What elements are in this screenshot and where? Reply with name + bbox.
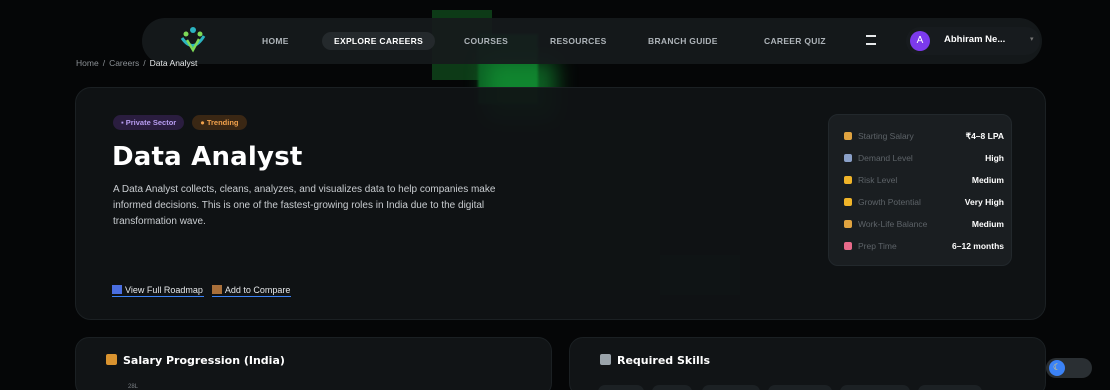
scale-icon	[844, 220, 852, 228]
stat-growth-potential: Growth Potential Very High	[844, 196, 1004, 210]
required-skills-card: Required Skills	[569, 337, 1046, 390]
chart-icon	[844, 154, 852, 162]
career-description: A Data Analyst collects, cleans, analyze…	[113, 184, 496, 227]
career-stats-panel: Starting Salary ₹4–8 LPA Demand Level Hi…	[828, 114, 1012, 266]
skill-chip	[702, 385, 760, 390]
nav-home[interactable]: HOME	[262, 32, 289, 50]
stat-label: Demand Level	[858, 153, 913, 163]
page-title: Data Analyst	[112, 142, 303, 172]
chart-axis-tick: 28L	[128, 384, 139, 390]
skills-card-title: Required Skills	[600, 354, 710, 367]
avatar: A	[910, 31, 930, 51]
breadcrumb-separator: /	[102, 58, 106, 68]
stat-value: ₹4–8 LPA	[965, 131, 1004, 141]
stat-risk-level: Risk Level Medium	[844, 174, 1004, 188]
theme-toggle[interactable]: ☾	[1046, 358, 1092, 378]
stat-label: Starting Salary	[858, 131, 914, 141]
stat-label: Growth Potential	[858, 197, 921, 207]
add-to-compare-link[interactable]: Add to Compare	[211, 283, 292, 297]
hourglass-icon	[844, 242, 852, 250]
site-logo[interactable]	[178, 24, 208, 56]
skill-chip	[768, 385, 832, 390]
stat-starting-salary: Starting Salary ₹4–8 LPA	[844, 130, 1004, 144]
salary-card-title: Salary Progression (India)	[106, 354, 285, 367]
skill-chip	[652, 385, 692, 390]
tag-list: ▪ Private Sector ● Trending	[113, 115, 247, 130]
nav-courses[interactable]: COURSES	[464, 32, 508, 50]
chevron-down-icon: ▾	[1030, 35, 1034, 43]
breadcrumb: Home / Careers / Data Analyst	[76, 58, 197, 68]
action-links: View Full Roadmap Add to Compare	[112, 283, 292, 297]
nav-explore-careers[interactable]: EXPLORE CAREERS	[322, 32, 436, 50]
nav-branch-guide[interactable]: BRANCH GUIDE	[648, 32, 718, 50]
map-icon	[112, 285, 122, 294]
money-bag-icon	[106, 354, 117, 365]
top-navbar: HOME EXPLORE CAREERS COURSES RESOURCES B…	[142, 18, 1042, 64]
user-menu[interactable]: A Abhiram Ne... ▾	[906, 27, 1040, 55]
breadcrumb-current: Data Analyst	[149, 58, 198, 68]
stat-prep-time: Prep Time 6–12 months	[844, 240, 1004, 254]
tag-trending: ● Trending	[192, 115, 247, 130]
skill-chip	[840, 385, 910, 390]
user-name: Abhiram Ne...	[944, 34, 1006, 45]
tag-private-sector: ▪ Private Sector	[113, 115, 185, 130]
career-hero-card: ▪ Private Sector ● Trending Data Analyst…	[75, 87, 1046, 320]
stat-demand-level: Demand Level High	[844, 152, 1004, 166]
tools-icon	[600, 354, 611, 365]
stat-work-life-balance: Work-Life Balance Medium	[844, 218, 1004, 232]
stat-value: Medium	[971, 219, 1004, 229]
stat-label: Risk Level	[858, 175, 898, 185]
view-roadmap-link[interactable]: View Full Roadmap	[112, 283, 204, 297]
stat-value: Medium	[971, 175, 1004, 185]
nav-career-quiz[interactable]: CAREER QUIZ	[764, 32, 826, 50]
money-bag-icon	[844, 132, 852, 140]
salary-progression-card: Salary Progression (India) 28L	[75, 337, 552, 390]
stat-label: Work-Life Balance	[858, 219, 928, 229]
lightning-icon	[844, 176, 852, 184]
nav-resources[interactable]: RESOURCES	[550, 32, 607, 50]
breadcrumb-home[interactable]: Home	[76, 58, 99, 68]
breadcrumb-separator: /	[143, 58, 146, 68]
hamburger-menu-icon[interactable]	[866, 35, 876, 45]
trophy-icon	[844, 198, 852, 206]
scale-icon	[211, 285, 222, 294]
stat-value: Very High	[964, 197, 1004, 207]
skill-chip	[918, 385, 982, 390]
skill-chip	[598, 385, 644, 390]
moon-icon: ☾	[1049, 360, 1065, 376]
stat-value: High	[985, 153, 1004, 163]
stat-value: 6–12 months	[952, 241, 1004, 251]
stat-label: Prep Time	[858, 241, 897, 251]
breadcrumb-careers[interactable]: Careers	[109, 58, 139, 68]
